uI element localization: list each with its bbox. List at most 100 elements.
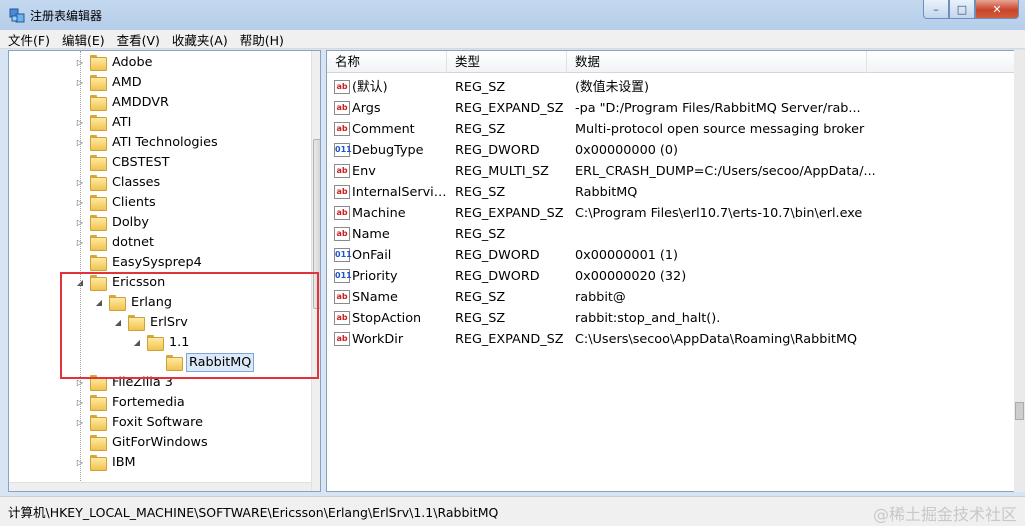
folder-icon	[90, 215, 107, 231]
cell-data: (数值未设置)	[575, 80, 649, 95]
regedit-app-icon	[9, 8, 25, 23]
cell-type: REG_DWORD	[455, 248, 540, 263]
cell-name: InternalService...	[352, 185, 447, 200]
value-list[interactable]: 名称 类型 数据 ab (默认) REG_SZ (数值未设置) ab Args REG_EX…	[326, 50, 1025, 492]
table-row[interactable]: ab Comment REG_SZ Multi-protocol open sourc…	[327, 119, 1025, 140]
table-row[interactable]: 011 Priority REG_DWORD 0x00000020 (32)	[327, 266, 1025, 287]
menu-edit[interactable]: 编辑(E)	[62, 30, 105, 49]
cell-name: Comment	[352, 122, 415, 137]
menu-bar: 文件(F) 编辑(E) 查看(V) 收藏夹(A) 帮助(H)	[0, 30, 1025, 49]
tree-node-label[interactable]: ATI Technologies	[110, 134, 220, 151]
table-row[interactable]: ab Env REG_MULTI_SZ ERL_CRASH_DUMP=C:/Users…	[327, 161, 1025, 182]
column-header-name[interactable]: 名称	[327, 51, 447, 73]
table-row[interactable]: ab SName REG_SZ rabbit@	[327, 287, 1025, 308]
cell-type: REG_SZ	[455, 290, 506, 305]
tree-node-label[interactable]: Clients	[110, 194, 158, 211]
tree-node-label[interactable]: AMD	[110, 74, 144, 91]
table-row[interactable]: ab WorkDir REG_EXPAND_SZ C:\Users\secoo\App…	[327, 329, 1025, 350]
cell-name: Env	[352, 164, 376, 179]
tree-node[interactable]: AMDDVR	[75, 92, 171, 112]
table-row[interactable]: ab Name REG_SZ	[327, 224, 1025, 245]
table-row[interactable]: ab (默认) REG_SZ (数值未设置)	[327, 77, 1025, 98]
regedit-window: 注册表编辑器 – □ ✕ 文件(F) 编辑(E) 查看(V) 收藏夹(A) 帮助…	[0, 0, 1025, 526]
folder-icon	[90, 235, 107, 251]
cell-type: REG_SZ	[455, 122, 506, 137]
table-row[interactable]: 011 DebugType REG_DWORD 0x00000000 (0)	[327, 140, 1025, 161]
binary-value-icon: 011	[334, 269, 352, 283]
tree-node[interactable]: ▷ Dolby	[75, 212, 151, 232]
tree-node[interactable]: ▷ Adobe	[75, 52, 154, 72]
window-right-scrollbar[interactable]	[1014, 50, 1025, 492]
list-header: 名称 类型 数据	[327, 51, 1025, 73]
table-row[interactable]: 011 OnFail REG_DWORD 0x00000001 (1)	[327, 245, 1025, 266]
scrollbar-thumb[interactable]	[1015, 402, 1024, 420]
folder-icon	[90, 175, 107, 191]
table-row[interactable]: ab StopAction REG_SZ rabbit:stop_and_halt()…	[327, 308, 1025, 329]
menu-file[interactable]: 文件(F)	[8, 30, 50, 49]
tree-node-label[interactable]: Classes	[110, 174, 162, 191]
cell-name: OnFail	[352, 248, 392, 263]
column-header-data[interactable]: 数据	[567, 51, 867, 73]
string-value-icon: ab	[334, 164, 350, 178]
key-tree[interactable]: ▷ Adobe ▷ AMD AMDDVR ▷ ATI ▷ ATI Technologies CBS…	[8, 50, 321, 492]
table-row[interactable]: ab Args REG_EXPAND_SZ -pa "D:/Program File…	[327, 98, 1025, 119]
tree-node[interactable]: ▷ Foxit Software	[75, 412, 205, 432]
table-row[interactable]: abInternalService... REG_SZ RabbitMQ	[327, 182, 1025, 203]
string-value-icon: ab	[334, 311, 350, 325]
tree-node[interactable]: ▷ IBM	[75, 452, 138, 472]
tree-node-label[interactable]: Foxit Software	[110, 414, 205, 431]
cell-data: rabbit@	[575, 290, 626, 305]
tree-node-label[interactable]: IBM	[110, 454, 138, 471]
status-path: 计算机\HKEY_LOCAL_MACHINE\SOFTWARE\Ericsson…	[8, 505, 499, 520]
column-header-type[interactable]: 类型	[447, 51, 567, 73]
tree-horizontal-scrollbar[interactable]	[9, 482, 311, 491]
cell-data: 0x00000020 (32)	[575, 269, 687, 284]
tree-node[interactable]: ▷ Classes	[75, 172, 162, 192]
tree-node-label[interactable]: GitForWindows	[110, 434, 210, 451]
cell-data: Multi-protocol open source messaging bro…	[575, 122, 865, 137]
cell-data: RabbitMQ	[575, 185, 638, 200]
minimize-button[interactable]: –	[923, 0, 949, 19]
cell-name: Priority	[352, 269, 398, 284]
cell-type: REG_EXPAND_SZ	[455, 206, 564, 221]
folder-icon	[90, 55, 107, 71]
menu-favorites[interactable]: 收藏夹(A)	[172, 30, 228, 49]
watermark: @稀土掘金技术社区	[872, 505, 1017, 524]
title-bar[interactable]: 注册表编辑器 – □ ✕	[0, 0, 1025, 30]
tree-node[interactable]: GitForWindows	[75, 432, 210, 452]
tree-node-label[interactable]: CBSTEST	[110, 154, 171, 171]
tree-node-label[interactable]: EasySysprep4	[110, 254, 204, 271]
tree-node[interactable]: ▷ Clients	[75, 192, 158, 212]
tree-node-label[interactable]: dotnet	[110, 234, 156, 251]
tree-node-label[interactable]: Adobe	[110, 54, 154, 71]
menu-view[interactable]: 查看(V)	[117, 30, 160, 49]
cell-name: Args	[352, 101, 381, 116]
cell-name: Name	[352, 227, 390, 242]
tree-node[interactable]: CBSTEST	[75, 152, 171, 172]
tree-node[interactable]: ▷ AMD	[75, 72, 144, 92]
folder-icon	[90, 115, 107, 131]
maximize-button[interactable]: □	[949, 0, 975, 19]
close-button[interactable]: ✕	[975, 0, 1019, 19]
tree-node[interactable]: ▷ dotnet	[75, 232, 156, 252]
cell-data: ERL_CRASH_DUMP=C:/Users/secoo/AppData/..…	[575, 164, 876, 179]
tree-node[interactable]: ▷ ATI Technologies	[75, 132, 220, 152]
folder-icon	[90, 455, 107, 471]
tree-node[interactable]: ▷ ATI	[75, 112, 133, 132]
tree-node-label[interactable]: AMDDVR	[110, 94, 171, 111]
string-value-icon: ab	[334, 101, 350, 115]
tree-node-label[interactable]: Fortemedia	[110, 394, 187, 411]
cell-type: REG_DWORD	[455, 269, 540, 284]
tree-node[interactable]: EasySysprep4	[75, 252, 204, 272]
tree-node-label[interactable]: Dolby	[110, 214, 151, 231]
annotation-highlight-box	[60, 272, 319, 379]
folder-icon	[90, 435, 107, 451]
string-value-icon: ab	[334, 185, 350, 199]
status-bar: 计算机\HKEY_LOCAL_MACHINE\SOFTWARE\Ericsson…	[0, 496, 1025, 526]
folder-icon	[90, 75, 107, 91]
table-row[interactable]: ab Machine REG_EXPAND_SZ C:\Program Files\e…	[327, 203, 1025, 224]
tree-node[interactable]: ▷ Fortemedia	[75, 392, 187, 412]
tree-node-label[interactable]: ATI	[110, 114, 133, 131]
cell-data: 0x00000000 (0)	[575, 143, 679, 158]
menu-help[interactable]: 帮助(H)	[240, 30, 284, 49]
